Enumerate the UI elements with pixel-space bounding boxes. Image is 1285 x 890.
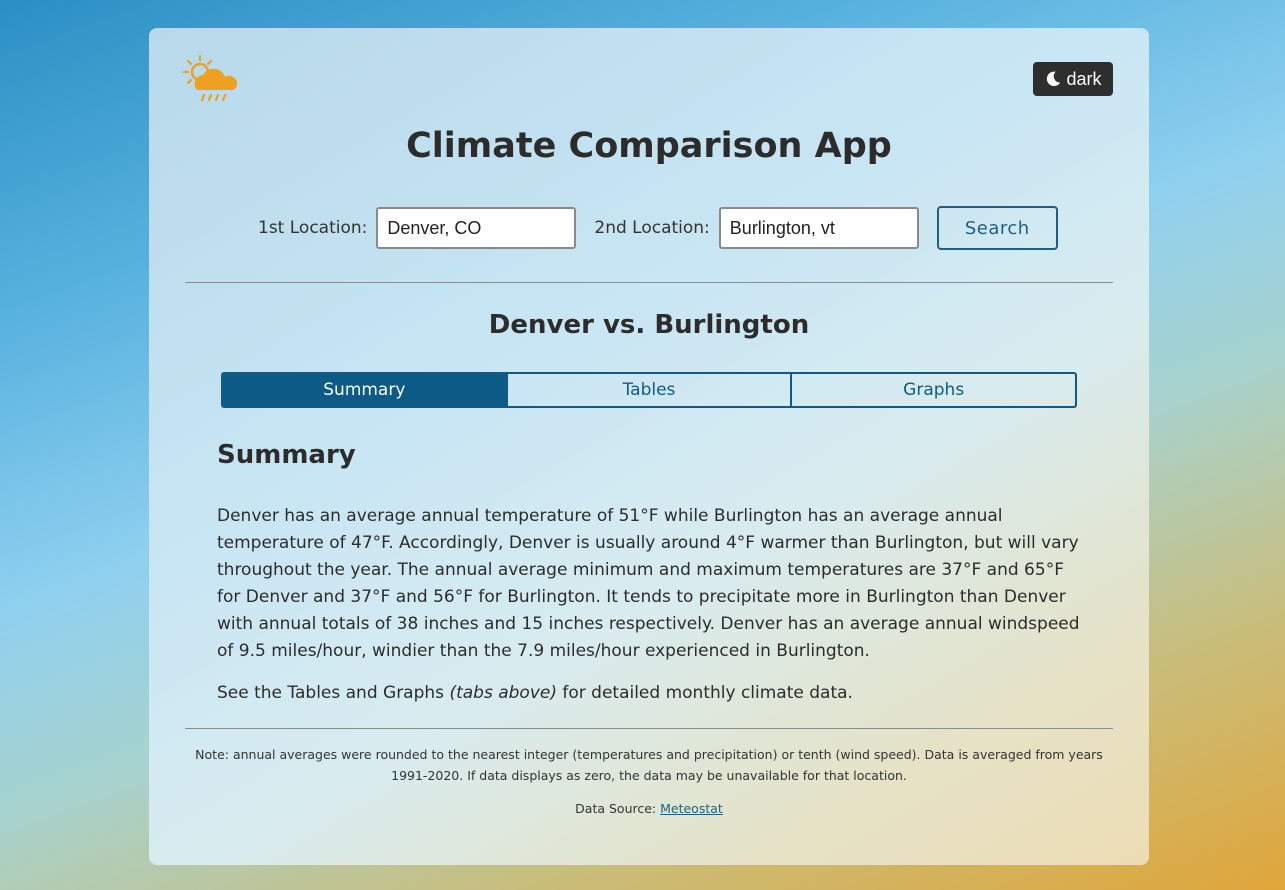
dark-mode-label: dark <box>1066 68 1102 89</box>
tab-bar: Summary Tables Graphs <box>221 372 1077 408</box>
data-source: Data Source: Meteostat <box>149 801 1149 816</box>
search-form: 1st Location: 2nd Location: Search <box>258 206 1058 250</box>
dark-mode-button[interactable]: dark <box>1033 62 1113 96</box>
tab-graphs[interactable]: Graphs <box>790 374 1075 406</box>
footer-divider <box>185 728 1113 729</box>
divider <box>185 282 1113 283</box>
summary-paragraph: Denver has an average annual temperature… <box>217 506 1080 661</box>
main-card: dark Climate Comparison App 1st Location… <box>149 28 1149 865</box>
location2-label: 2nd Location: <box>594 218 710 238</box>
location2-input[interactable] <box>718 207 919 249</box>
tab-tables[interactable]: Tables <box>505 374 791 406</box>
location1-input[interactable] <box>376 207 577 249</box>
see-tabs-prefix: See the Tables and Graphs <box>217 683 450 703</box>
see-tabs-suffix: for detailed monthly climate data. <box>556 683 853 703</box>
summary-heading: Summary <box>217 440 356 470</box>
tab-summary[interactable]: Summary <box>223 374 506 406</box>
moon-icon <box>1047 71 1061 87</box>
see-tabs-italic: (tabs above) <box>449 683 557 703</box>
see-tabs-text: See the Tables and Graphs (tabs above) f… <box>217 683 853 703</box>
page-title: Climate Comparison App <box>406 126 892 166</box>
comparison-title: Denver vs. Burlington <box>488 310 810 340</box>
meteostat-link[interactable]: Meteostat <box>660 801 723 816</box>
data-source-label: Data Source: <box>575 801 661 816</box>
location1-label: 1st Location: <box>258 218 368 238</box>
sun-cloud-rain-icon <box>182 54 241 106</box>
search-button[interactable]: Search <box>936 206 1058 250</box>
footer-note: Note: annual averages were rounded to th… <box>195 747 1103 783</box>
